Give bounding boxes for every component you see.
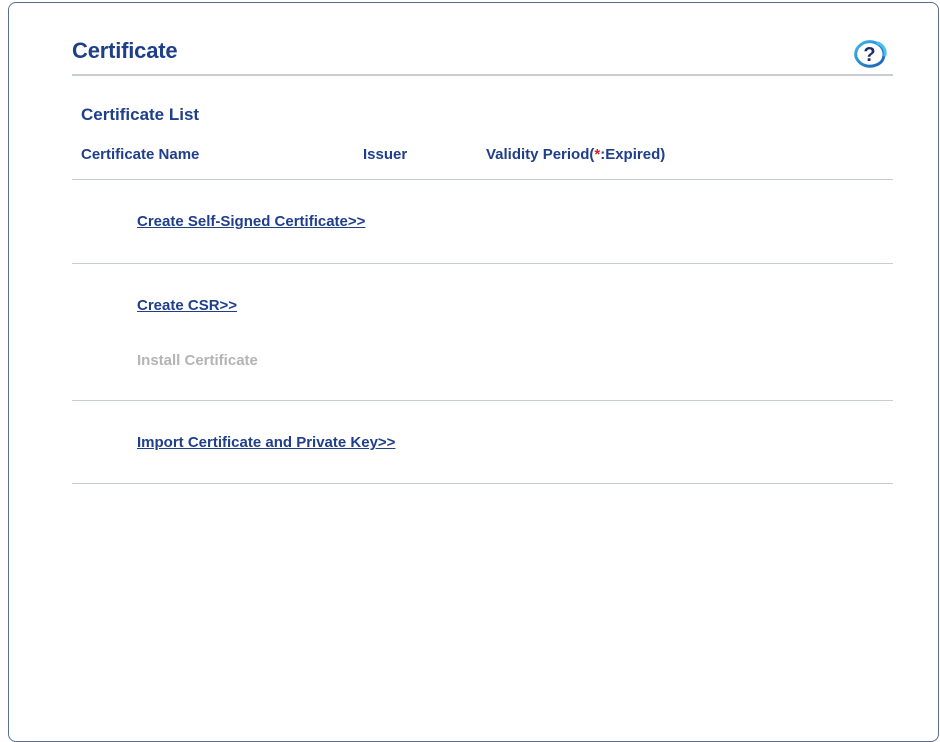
import-certificate-private-key-link[interactable]: Import Certificate and Private Key>> [137,434,395,451]
svg-text:?: ? [863,44,875,66]
install-certificate-disabled: Install Certificate [137,352,258,369]
section-divider [72,400,893,401]
page-title: Certificate [72,38,178,63]
create-self-signed-certificate-link[interactable]: Create Self-Signed Certificate>> [137,213,365,230]
title-divider [72,74,893,76]
create-csr-link[interactable]: Create CSR>> [137,297,237,314]
column-validity-period: Validity Period(*:Expired) [486,146,665,163]
column-certificate-name: Certificate Name [81,146,200,163]
list-divider [72,179,893,180]
column-issuer: Issuer [363,146,408,163]
validity-label-prefix: Validity Period( [486,146,595,163]
help-question-icon[interactable]: ? [852,37,888,69]
certificate-list-title: Certificate List [81,105,200,124]
section-divider [72,483,893,484]
section-divider [72,263,893,264]
validity-label-suffix: :Expired) [600,146,666,163]
